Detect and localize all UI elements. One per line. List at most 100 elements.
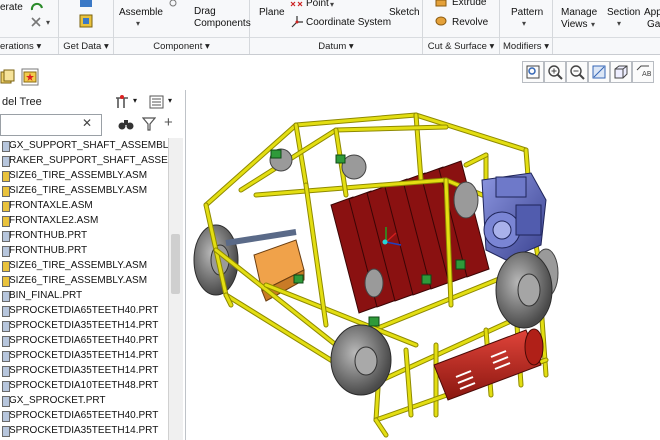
group-label-operations[interactable]: erations ▾ bbox=[0, 41, 58, 52]
part-icon bbox=[2, 351, 10, 362]
model-tree-panel: del Tree ▾ ▾ ✕ + GX_SUPPORT_SHAFT_ASSEMB… bbox=[0, 90, 186, 440]
folder-browser-icon[interactable] bbox=[21, 68, 39, 86]
model-tree-scroll-thumb[interactable] bbox=[171, 234, 180, 294]
assemble-button[interactable]: Assemble bbox=[119, 7, 163, 18]
tree-item-label: SIZE6_TIRE_ASSEMBLY.ASM bbox=[9, 260, 148, 271]
section-button[interactable]: Section bbox=[607, 7, 640, 18]
group-operations: erate ▾ erations ▾ bbox=[0, 0, 59, 54]
assembly-3d-model bbox=[193, 112, 559, 438]
tree-item[interactable]: SPROCKETDIA35TEETH14.PRT bbox=[0, 423, 168, 438]
tree-item[interactable]: FRONTAXLE.ASM bbox=[0, 198, 168, 213]
tree-item[interactable]: SIZE6_TIRE_ASSEMBLY.ASM bbox=[0, 258, 168, 273]
get-data-icon-1[interactable] bbox=[79, 0, 93, 8]
frame-tube bbox=[374, 418, 388, 437]
tree-item-label: FRONTHUB.PRT bbox=[9, 230, 88, 241]
point-dropdown-arrow[interactable]: ▾ bbox=[330, 0, 334, 9]
tree-item[interactable]: SPROCKETDIA65TEETH40.PRT bbox=[0, 303, 168, 318]
coordinate-system-button[interactable]: Coordinate System bbox=[306, 17, 391, 28]
tree-item[interactable]: SPROCKETDIA35TEETH14.PRT bbox=[0, 348, 168, 363]
operations-more-arrow[interactable]: ▾ bbox=[46, 18, 50, 27]
tree-item[interactable]: SIZE6_TIRE_ASSEMBLY.ASM bbox=[0, 273, 168, 288]
clear-search-icon[interactable]: ✕ bbox=[82, 116, 92, 130]
part-icon bbox=[2, 231, 10, 242]
manage-views-button-label[interactable]: Views bbox=[561, 19, 588, 30]
tree-item-label: SPROCKETDIA65TEETH40.PRT bbox=[9, 305, 159, 316]
tree-settings-tools-icon[interactable] bbox=[114, 94, 130, 110]
ribbon: erate ▾ erations ▾ Get Data ▾ Assemble ▾… bbox=[0, 0, 660, 55]
part-icon bbox=[2, 396, 10, 407]
assembly-icon bbox=[2, 261, 10, 272]
model-tree-header: del Tree ▾ ▾ bbox=[0, 92, 185, 112]
tree-item[interactable]: GX_SUPPORT_SHAFT_ASSEMBL bbox=[0, 138, 168, 153]
tree-item[interactable]: GX_SPROCKET.PRT bbox=[0, 393, 168, 408]
tree-item[interactable]: RAKER_SUPPORT_SHAFT_ASSE bbox=[0, 153, 168, 168]
get-data-icon-2[interactable] bbox=[79, 14, 93, 28]
graphics-window[interactable]: AB bbox=[186, 55, 660, 440]
manage-views-button[interactable]: Manage bbox=[561, 7, 597, 18]
regenerate-icon[interactable] bbox=[30, 2, 44, 12]
tree-item[interactable]: FRONTAXLE2.ASM bbox=[0, 213, 168, 228]
tree-item[interactable]: SIZE6_TIRE_ASSEMBLY.ASM bbox=[0, 168, 168, 183]
filter-icon[interactable] bbox=[142, 117, 156, 131]
tree-settings-dropdown-arrow[interactable]: ▾ bbox=[133, 96, 137, 105]
tree-item-label: SPROCKETDIA10TEETH48.PRT bbox=[9, 380, 159, 391]
delete-x-icon[interactable] bbox=[30, 16, 42, 28]
group-label-modifiers[interactable]: Modifiers ▾ bbox=[500, 41, 552, 52]
show-columns-icon[interactable] bbox=[149, 94, 165, 110]
show-columns-dropdown-arrow[interactable]: ▾ bbox=[168, 96, 172, 105]
binoculars-find-icon[interactable] bbox=[118, 117, 134, 131]
assemble-dropdown-arrow[interactable]: ▾ bbox=[136, 19, 140, 28]
tree-item-label: FRONTAXLE.ASM bbox=[9, 200, 93, 211]
component-small-icon[interactable] bbox=[168, 0, 178, 8]
tree-item-label: RAKER_SUPPORT_SHAFT_ASSE bbox=[9, 155, 168, 166]
navigator-toolbar bbox=[0, 55, 185, 93]
part-icon bbox=[2, 381, 10, 392]
tree-item[interactable]: SPROCKETDIA10TEETH48.PRT bbox=[0, 378, 168, 393]
group-datum: Plane Point ▾ Coordinate System Sketch D… bbox=[250, 0, 423, 54]
point-button[interactable]: Point bbox=[306, 0, 329, 9]
tree-item-label: FRONTHUB.PRT bbox=[9, 245, 88, 256]
tree-item[interactable]: BIN_FINAL.PRT bbox=[0, 288, 168, 303]
tree-item[interactable]: SIZE6_TIRE_ASSEMBLY.ASM bbox=[0, 183, 168, 198]
point-icon bbox=[290, 1, 303, 7]
group-label-get-data[interactable]: Get Data ▾ bbox=[59, 41, 113, 52]
tree-item[interactable]: SPROCKETDIA65TEETH40.PRT bbox=[0, 408, 168, 423]
group-label-cut-surface[interactable]: Cut & Surface ▾ bbox=[423, 41, 499, 52]
group-get-data: Get Data ▾ bbox=[59, 0, 114, 54]
front-axle bbox=[225, 229, 297, 246]
drag-components-button[interactable]: Drag bbox=[194, 6, 216, 17]
assembly-icon bbox=[2, 216, 10, 227]
tree-item-label: SIZE6_TIRE_ASSEMBLY.ASM bbox=[9, 170, 148, 181]
coordinate-system-icon bbox=[291, 16, 303, 28]
appearance-gallery-button[interactable]: Appe bbox=[644, 7, 660, 18]
tree-item-label: FRONTAXLE2.ASM bbox=[9, 215, 99, 226]
frame-tube bbox=[414, 113, 528, 152]
regenerate-button[interactable]: erate bbox=[0, 2, 23, 13]
group-label-datum[interactable]: Datum ▾ bbox=[250, 41, 422, 52]
tree-item[interactable]: SPROCKETDIA35TEETH14.PRT bbox=[0, 363, 168, 378]
part-icon bbox=[2, 321, 10, 332]
tree-item[interactable]: SPROCKETDIA65TEETH40.PRT bbox=[0, 333, 168, 348]
model-tree-title: del Tree bbox=[2, 96, 42, 108]
manage-views-dropdown-arrow[interactable]: ▾ bbox=[591, 20, 595, 29]
part-icon bbox=[2, 336, 10, 347]
revolve-button[interactable]: Revolve bbox=[452, 17, 488, 28]
tree-item[interactable]: SPROCKETDIA35TEETH14.PRT bbox=[0, 318, 168, 333]
model-tree-scrollbar[interactable] bbox=[168, 138, 183, 440]
appearance-gallery-button-label[interactable]: Gal bbox=[647, 19, 660, 30]
pattern-dropdown-arrow[interactable]: ▾ bbox=[522, 19, 526, 28]
pattern-button[interactable]: Pattern bbox=[511, 7, 543, 18]
layer-tree-icon[interactable] bbox=[0, 69, 16, 85]
sketch-button[interactable]: Sketch bbox=[389, 7, 420, 18]
plane-button[interactable]: Plane bbox=[259, 7, 285, 18]
add-filter-icon[interactable]: + bbox=[164, 114, 173, 131]
section-dropdown-arrow[interactable]: ▾ bbox=[617, 19, 621, 28]
tree-item-label: GX_SUPPORT_SHAFT_ASSEMBL bbox=[9, 140, 168, 151]
drag-components-button-label[interactable]: Components bbox=[194, 18, 251, 29]
group-label-component[interactable]: Component ▾ bbox=[114, 41, 249, 52]
tree-item[interactable]: FRONTHUB.PRT bbox=[0, 228, 168, 243]
assembly-icon bbox=[2, 171, 10, 182]
tree-item-label: SPROCKETDIA35TEETH14.PRT bbox=[9, 320, 159, 331]
tree-item[interactable]: FRONTHUB.PRT bbox=[0, 243, 168, 258]
extrude-button[interactable]: Extrude bbox=[452, 0, 486, 8]
